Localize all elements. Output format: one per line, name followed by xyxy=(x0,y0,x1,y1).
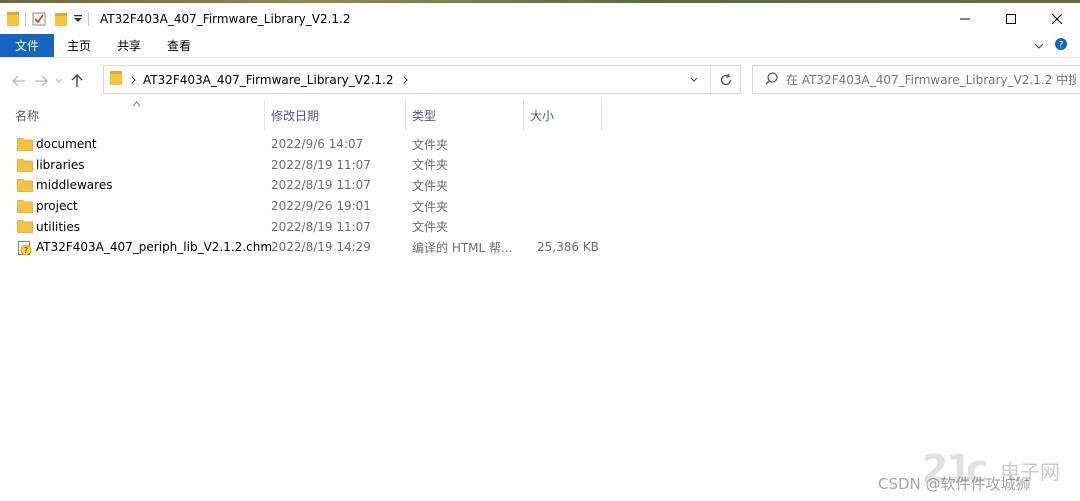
file-name: libraries xyxy=(36,157,85,172)
file-name: document xyxy=(36,137,97,152)
svg-text:?: ? xyxy=(1059,41,1064,51)
help-icon: ? xyxy=(1055,38,1067,51)
back-button[interactable] xyxy=(8,69,30,93)
minimize-icon xyxy=(960,18,970,19)
file-name: utilities xyxy=(36,219,80,234)
maximize-icon xyxy=(1006,13,1016,24)
column-header-type-label: 类型 xyxy=(412,108,437,123)
file-type: 文件夹 xyxy=(412,137,449,152)
file-name: middlewares xyxy=(36,178,113,193)
file-date: 2022/8/19 11:07 xyxy=(271,157,371,172)
window-title: AT32F403A_407_Firmware_Library_V2.1.2 xyxy=(100,11,351,26)
chevron-right-icon xyxy=(131,76,136,83)
table-row[interactable]: project 2022/9/26 19:01 文件夹 xyxy=(0,196,1080,217)
recent-locations-button[interactable] xyxy=(52,69,66,93)
address-bar[interactable]: AT32F403A_407_Firmware_Library_V2.1.2 xyxy=(103,65,741,94)
search-input[interactable] xyxy=(786,72,1076,87)
file-type: 文件夹 xyxy=(412,220,449,235)
breadcrumb-separator-icon[interactable] xyxy=(131,73,137,87)
file-type: 文件夹 xyxy=(412,199,449,214)
file-name: AT32F403A_407_periph_lib_V2.1.2.chm xyxy=(36,240,273,255)
arrow-up-icon xyxy=(71,74,83,87)
column-headers: 名称 修改日期 类型 大小 xyxy=(0,100,1080,130)
file-type: 文件夹 xyxy=(412,158,449,173)
close-button[interactable] xyxy=(1034,3,1080,34)
refresh-icon xyxy=(720,73,731,85)
file-name: project xyxy=(36,199,78,214)
folder-icon xyxy=(17,219,33,236)
column-header-size[interactable]: 大小 xyxy=(524,100,602,130)
arrow-right-icon xyxy=(35,75,48,87)
chevron-down-icon xyxy=(1034,43,1044,49)
file-date: 2022/8/19 11:07 xyxy=(271,178,371,193)
svg-text:?: ? xyxy=(24,246,28,255)
title-bar: AT32F403A_407_Firmware_Library_V2.1.2 xyxy=(0,3,1080,34)
watermark-csdn: CSDN @软件件攻城狮 xyxy=(878,475,1031,493)
file-type: 编译的 HTML 帮... xyxy=(412,240,513,255)
customize-toolbar-dropdown-icon[interactable] xyxy=(73,14,83,24)
table-row[interactable]: ? AT32F403A_407_periph_lib_V2.1.2.chm 20… xyxy=(0,237,1080,258)
ribbon-right-controls: ? xyxy=(1034,34,1080,57)
expand-ribbon-button[interactable] xyxy=(1034,39,1044,53)
chm-help-file-icon: ? xyxy=(17,240,33,259)
ribbon-tabs: 文件 主页 共享 查看 ? xyxy=(0,34,1080,58)
search-box[interactable] xyxy=(752,65,1080,94)
address-history-dropdown[interactable] xyxy=(684,66,704,93)
help-button[interactable]: ? xyxy=(1054,37,1068,54)
up-button[interactable] xyxy=(66,69,88,93)
table-row[interactable]: middlewares 2022/8/19 11:07 文件夹 xyxy=(0,175,1080,196)
chevron-right-icon xyxy=(403,76,408,83)
folder-icon xyxy=(109,70,123,89)
tab-home[interactable]: 主页 xyxy=(54,34,104,57)
table-row[interactable]: libraries 2022/8/19 11:07 文件夹 xyxy=(0,155,1080,176)
close-icon xyxy=(1052,13,1062,24)
quick-access-toolbar xyxy=(6,11,94,27)
breadcrumb-separator-icon[interactable] xyxy=(403,73,409,87)
chevron-down-icon xyxy=(690,77,698,82)
chevron-down-icon xyxy=(55,78,63,83)
navigation-bar: AT32F403A_407_Firmware_Library_V2.1.2 xyxy=(0,65,1080,97)
properties-icon[interactable] xyxy=(31,11,47,27)
toolbar-divider xyxy=(25,11,26,26)
file-list: document 2022/9/6 14:07 文件夹 libraries 20… xyxy=(0,134,1080,258)
breadcrumb-current-folder[interactable]: AT32F403A_407_Firmware_Library_V2.1.2 xyxy=(143,73,394,87)
search-icon xyxy=(765,71,778,88)
folder-icon xyxy=(17,199,33,216)
tab-share[interactable]: 共享 xyxy=(104,34,154,57)
window-controls xyxy=(942,3,1080,34)
column-header-type[interactable]: 类型 xyxy=(406,100,524,130)
file-date: 2022/9/26 19:01 xyxy=(271,199,371,214)
file-date: 2022/8/19 11:07 xyxy=(271,219,371,234)
refresh-button[interactable] xyxy=(710,66,740,93)
file-date: 2022/9/6 14:07 xyxy=(271,137,364,152)
column-header-date[interactable]: 修改日期 xyxy=(265,100,406,130)
file-type: 文件夹 xyxy=(412,178,449,193)
column-header-date-label: 修改日期 xyxy=(271,108,320,123)
maximize-button[interactable] xyxy=(988,3,1034,34)
folder-icon xyxy=(17,137,33,154)
folder-icon xyxy=(6,11,20,27)
file-size: 25,386 KB xyxy=(537,240,599,255)
column-header-size-label: 大小 xyxy=(530,108,555,123)
column-header-name-label: 名称 xyxy=(15,108,40,123)
folder-icon xyxy=(17,178,33,195)
tab-view[interactable]: 查看 xyxy=(154,34,204,57)
table-row[interactable]: document 2022/9/6 14:07 文件夹 xyxy=(0,134,1080,155)
folder-icon xyxy=(17,158,33,175)
new-folder-icon[interactable] xyxy=(53,11,69,27)
minimize-button[interactable] xyxy=(942,3,988,34)
table-row[interactable]: utilities 2022/8/19 11:07 文件夹 xyxy=(0,216,1080,237)
arrow-left-icon xyxy=(12,75,25,87)
toolbar-divider xyxy=(88,11,89,26)
tab-file[interactable]: 文件 xyxy=(0,34,54,57)
forward-button[interactable] xyxy=(30,69,52,93)
file-date: 2022/8/19 14:29 xyxy=(271,240,371,255)
column-header-name[interactable]: 名称 xyxy=(9,100,265,130)
